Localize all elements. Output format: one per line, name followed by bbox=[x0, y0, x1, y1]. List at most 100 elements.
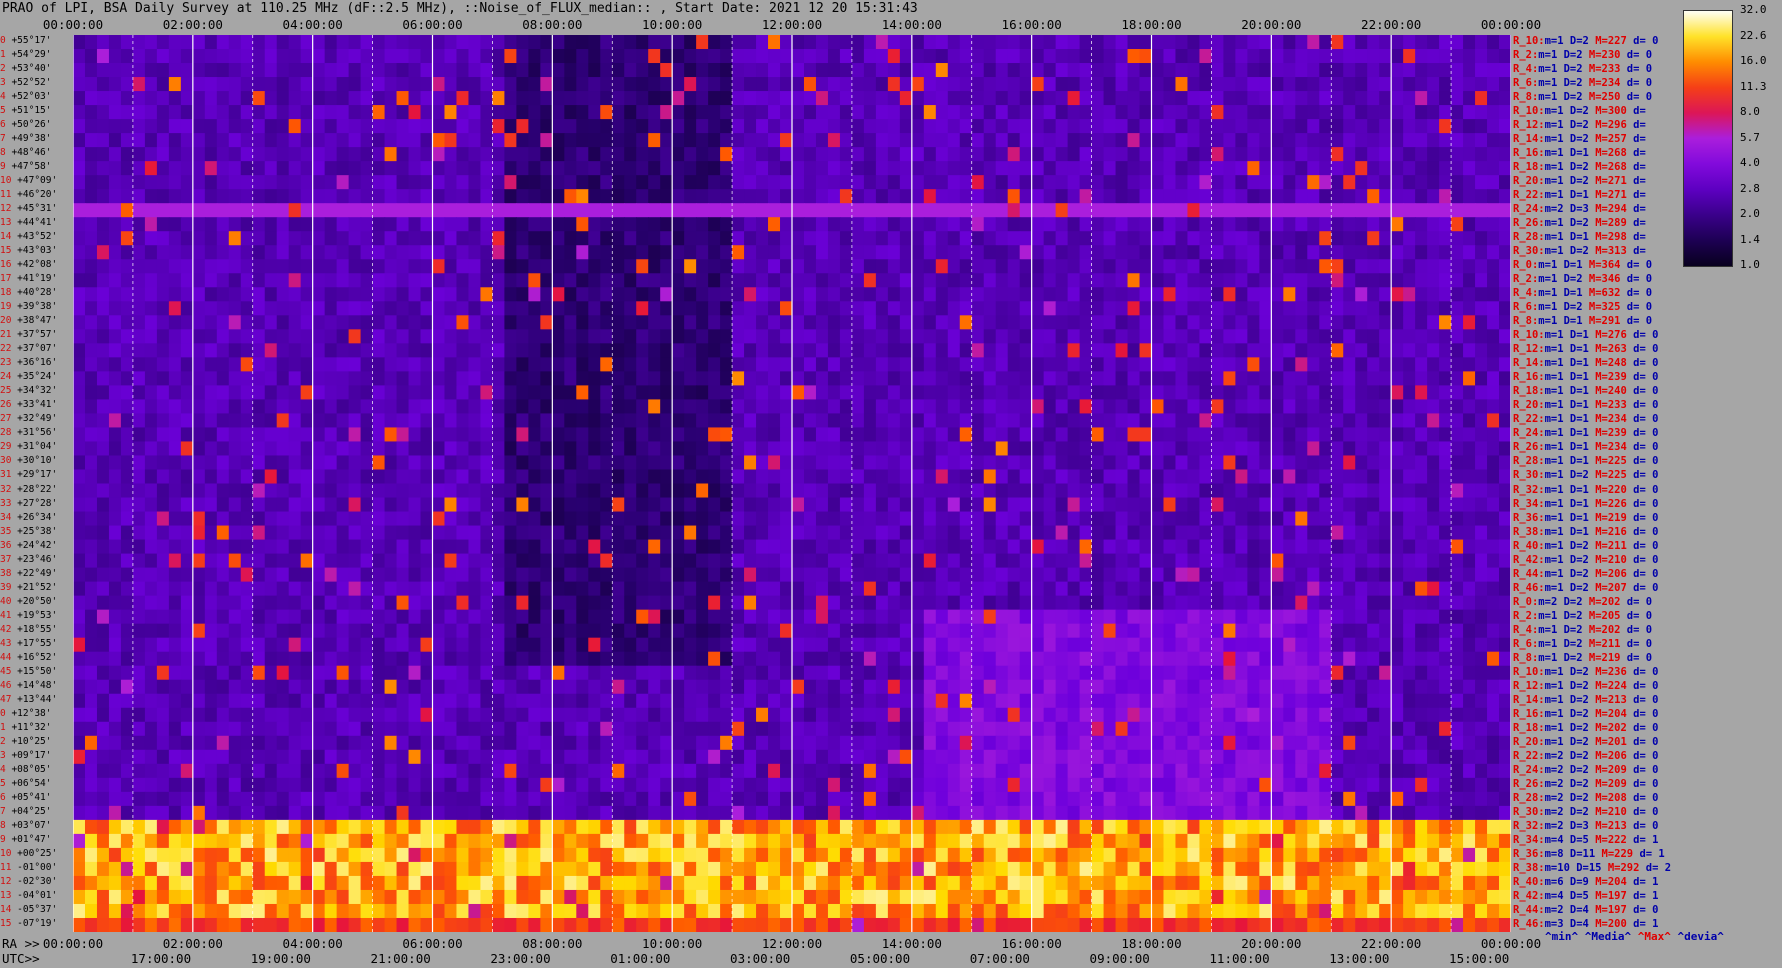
heatmap-cell bbox=[216, 203, 230, 218]
heatmap-cell bbox=[528, 343, 541, 358]
heatmap-cell bbox=[276, 497, 290, 513]
heatmap-cell bbox=[1187, 301, 1201, 316]
heatmap-cell bbox=[899, 245, 913, 260]
heatmap-cell bbox=[720, 231, 733, 246]
heatmap-cell bbox=[192, 161, 206, 176]
heatmap-cell bbox=[312, 553, 326, 569]
heatmap-cell bbox=[540, 231, 553, 246]
heatmap-cell bbox=[168, 105, 182, 120]
heatmap-cell bbox=[336, 133, 350, 148]
heatmap-cell bbox=[971, 413, 985, 429]
heatmap-cell bbox=[1403, 329, 1416, 344]
heatmap-cell bbox=[396, 553, 410, 569]
heatmap-cell bbox=[756, 441, 769, 457]
heatmap-cell bbox=[384, 203, 398, 218]
heatmap-cell bbox=[504, 469, 517, 485]
heatmap-cell bbox=[780, 133, 793, 148]
heatmap-cell bbox=[636, 119, 649, 134]
heatmap-cell bbox=[180, 371, 194, 386]
heatmap-cell bbox=[468, 609, 482, 625]
heatmap-cell bbox=[947, 413, 961, 429]
heatmap-cell bbox=[959, 189, 973, 204]
heatmap-cell bbox=[1043, 133, 1057, 148]
heatmap-cell bbox=[1271, 119, 1284, 134]
heatmap-cell bbox=[384, 35, 398, 50]
heatmap-cell bbox=[1415, 259, 1428, 274]
heatmap-cell bbox=[1259, 63, 1272, 78]
heatmap-cell bbox=[1259, 273, 1272, 288]
heatmap-cell bbox=[780, 301, 793, 316]
heatmap-cell bbox=[624, 77, 637, 92]
heatmap-cell bbox=[192, 35, 206, 50]
heatmap-cell bbox=[1319, 315, 1332, 330]
heatmap-cell bbox=[708, 343, 721, 358]
heatmap-cell bbox=[1259, 427, 1272, 443]
heatmap-cell bbox=[1019, 553, 1033, 569]
heatmap-cell bbox=[660, 35, 673, 50]
heatmap-cell bbox=[192, 595, 206, 611]
heatmap-cell bbox=[1259, 497, 1272, 513]
heatmap-cell bbox=[408, 77, 422, 92]
heatmap-cell bbox=[1151, 175, 1165, 190]
heatmap-cell bbox=[612, 539, 625, 555]
heatmap-cell bbox=[252, 189, 266, 204]
heatmap-cell bbox=[1295, 441, 1308, 457]
heatmap-cell bbox=[1379, 161, 1392, 176]
heatmap-cell bbox=[1043, 441, 1057, 457]
heatmap-cell bbox=[696, 343, 709, 358]
heatmap-cell bbox=[1019, 441, 1033, 457]
heatmap-cell bbox=[372, 511, 386, 527]
heatmap-cell bbox=[348, 511, 362, 527]
heatmap-cell bbox=[1295, 175, 1308, 190]
heatmap-cell bbox=[1475, 371, 1488, 386]
heatmap-cell bbox=[923, 581, 937, 597]
heatmap-cell bbox=[923, 483, 937, 499]
heatmap-cell bbox=[1463, 581, 1476, 597]
heatmap-cell bbox=[935, 441, 949, 457]
heatmap-cell bbox=[971, 567, 985, 583]
heatmap-cell bbox=[1283, 553, 1296, 569]
heatmap-cell bbox=[1079, 455, 1093, 471]
heatmap-cell bbox=[408, 609, 422, 625]
heatmap-cell bbox=[1343, 301, 1356, 316]
heatmap-cell bbox=[1247, 427, 1260, 443]
heatmap-cell bbox=[1427, 553, 1440, 569]
heatmap-cell bbox=[887, 483, 901, 499]
heatmap-cell bbox=[887, 357, 901, 372]
heatmap-cell bbox=[1415, 315, 1428, 330]
heatmap-cell bbox=[552, 539, 565, 555]
heatmap-cell bbox=[839, 343, 853, 358]
heatmap-cell bbox=[732, 259, 745, 274]
heatmap-cell bbox=[480, 273, 494, 288]
heatmap-cell bbox=[672, 203, 685, 218]
heatmap-cell bbox=[1115, 301, 1129, 316]
heatmap-cell bbox=[1427, 595, 1440, 611]
heatmap-cell bbox=[1151, 63, 1165, 78]
heatmap-cell bbox=[1235, 539, 1248, 555]
heatmap-cell bbox=[1391, 371, 1404, 386]
heatmap-cell bbox=[216, 259, 230, 274]
heatmap-cell bbox=[348, 469, 362, 485]
heatmap-cell bbox=[540, 105, 553, 120]
heatmap-cell bbox=[168, 385, 182, 401]
heatmap-cell bbox=[1307, 343, 1320, 358]
heatmap-cell bbox=[1475, 217, 1488, 232]
heatmap-cell bbox=[696, 175, 709, 190]
heatmap-cell bbox=[1199, 147, 1213, 162]
heatmap-cell bbox=[732, 245, 745, 260]
heatmap-cell bbox=[1487, 399, 1500, 415]
heatmap-cell bbox=[216, 133, 230, 148]
heatmap-cell bbox=[204, 525, 218, 541]
heatmap-cell bbox=[1403, 525, 1416, 541]
heatmap-cell bbox=[600, 49, 613, 64]
heatmap-cell bbox=[324, 245, 338, 260]
heatmap-cell bbox=[1139, 189, 1153, 204]
heatmap-cell bbox=[1367, 77, 1380, 92]
heatmap-cell bbox=[1379, 175, 1392, 190]
heatmap-cell bbox=[839, 497, 853, 513]
heatmap-cell bbox=[875, 441, 889, 457]
heatmap-cell bbox=[384, 77, 398, 92]
heatmap-cell bbox=[396, 399, 410, 415]
heatmap-cell bbox=[156, 329, 170, 344]
heatmap-cell bbox=[1355, 301, 1368, 316]
